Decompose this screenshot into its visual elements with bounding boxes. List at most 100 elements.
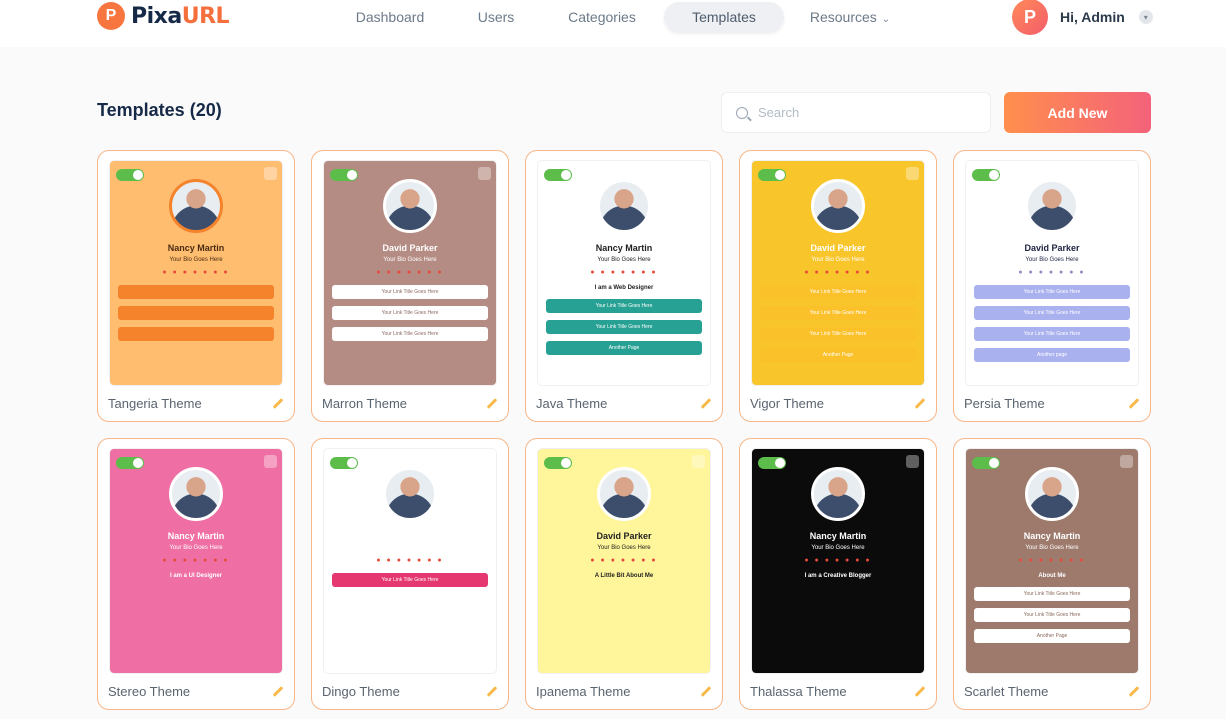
top-bar: P PixaURL Dashboard Users Categories Tem…	[0, 0, 1226, 47]
active-toggle[interactable]	[330, 457, 358, 469]
link-button[interactable]: Your Link Title Goes Here	[332, 285, 488, 299]
link-button[interactable]: Another page	[974, 348, 1130, 362]
template-preview[interactable]: Nancy Martin Your Bio Goes Here ● ● ● ● ● …	[538, 161, 710, 385]
profile-heading: About Me	[1038, 573, 1066, 579]
edit-icon[interactable]	[1126, 684, 1140, 698]
link-button[interactable]: Your Link Title Goes Here	[332, 306, 488, 320]
nav-categories[interactable]: Categories	[552, 2, 652, 32]
social-icons: ● ● ● ● ● ● ●	[1018, 269, 1086, 276]
link-button[interactable]: Your Link Title Goes Here	[974, 285, 1130, 299]
social-icons: ● ● ● ● ● ● ●	[590, 269, 658, 276]
link-button[interactable]: Your Link Title Goes Here	[546, 299, 702, 313]
profile-name: Nancy Martin	[595, 243, 653, 253]
template-preview[interactable]: David Parker Your Bio Goes Here ● ● ● ● ● …	[966, 161, 1138, 385]
profile-bio: Your Bio Goes Here	[169, 545, 223, 551]
link-button[interactable]: Your Link Title Goes Here	[974, 327, 1130, 341]
template-card[interactable]: Nancy Martin Your Bio Goes Here ● ● ● ● ● …	[311, 438, 509, 710]
template-preview[interactable]: Nancy Martin Your Bio Goes Here ● ● ● ● ● …	[752, 449, 924, 673]
active-toggle[interactable]	[972, 169, 1000, 181]
link-button[interactable]: Your Link Title Goes Here	[760, 306, 916, 320]
nav-templates[interactable]: Templates	[664, 2, 784, 32]
add-new-button[interactable]: Add New	[1004, 92, 1151, 133]
nav-dashboard[interactable]: Dashboard	[340, 2, 440, 32]
active-toggle[interactable]	[116, 457, 144, 469]
share-icon[interactable]	[906, 455, 919, 468]
edit-icon[interactable]	[270, 684, 284, 698]
link-button[interactable]: Your Link Title Goes Here	[332, 573, 488, 587]
active-toggle[interactable]	[758, 169, 786, 181]
share-icon[interactable]	[906, 167, 919, 180]
link-button[interactable]: Your Link Title Goes Here	[974, 306, 1130, 320]
active-toggle[interactable]	[116, 169, 144, 181]
template-card[interactable]: David Parker Your Bio Goes Here ● ● ● ● ● …	[739, 150, 937, 422]
search-box[interactable]	[721, 92, 991, 133]
link-button[interactable]: Your Link Title Goes Here	[332, 327, 488, 341]
edit-icon[interactable]	[698, 396, 712, 410]
template-preview[interactable]: David Parker Your Bio Goes Here ● ● ● ● ● …	[752, 161, 924, 385]
profile-photo	[811, 467, 865, 521]
template-card[interactable]: David Parker Your Bio Goes Here ● ● ● ● ● …	[311, 150, 509, 422]
active-toggle[interactable]	[758, 457, 786, 469]
share-icon[interactable]	[478, 167, 491, 180]
active-toggle[interactable]	[544, 457, 572, 469]
link-button[interactable]: Your Link Title Goes Here	[974, 608, 1130, 622]
link-button[interactable]: Your Link Title Goes Here	[546, 320, 702, 334]
template-card[interactable]: David Parker Your Bio Goes Here ● ● ● ● ● …	[525, 438, 723, 710]
template-name: Scarlet Theme	[964, 683, 1049, 699]
template-preview[interactable]: Nancy Martin Your Bio Goes Here ● ● ● ● ● …	[110, 161, 282, 385]
card-footer: Scarlet Theme	[964, 681, 1140, 701]
link-button[interactable]: Another Page	[546, 341, 702, 355]
template-preview[interactable]: David Parker Your Bio Goes Here ● ● ● ● ● …	[324, 161, 496, 385]
active-toggle[interactable]	[544, 169, 572, 181]
share-icon[interactable]	[1120, 167, 1133, 180]
template-card[interactable]: Nancy Martin Your Bio Goes Here ● ● ● ● ● …	[97, 150, 295, 422]
share-icon[interactable]	[478, 455, 491, 468]
template-card[interactable]: Nancy Martin Your Bio Goes Here ● ● ● ● ● …	[953, 438, 1151, 710]
template-name: Vigor Theme	[750, 395, 824, 411]
share-icon[interactable]	[264, 167, 277, 180]
social-icons: ● ● ● ● ● ● ●	[804, 557, 872, 564]
search-icon	[736, 106, 748, 119]
card-footer: Vigor Theme	[750, 393, 926, 413]
active-toggle[interactable]	[330, 169, 358, 181]
nav-users[interactable]: Users	[460, 2, 532, 32]
nav-resources[interactable]: Resources ⌄	[800, 2, 900, 32]
edit-icon[interactable]	[484, 396, 498, 410]
template-preview[interactable]: Nancy Martin Your Bio Goes Here ● ● ● ● ● …	[966, 449, 1138, 673]
template-preview[interactable]: Nancy Martin Your Bio Goes Here ● ● ● ● ● …	[110, 449, 282, 673]
template-preview[interactable]: David Parker Your Bio Goes Here ● ● ● ● ● …	[538, 449, 710, 673]
link-button[interactable]	[118, 306, 274, 320]
user-menu[interactable]: P Hi, Admin ▾	[1012, 0, 1153, 35]
template-card[interactable]: Nancy Martin Your Bio Goes Here ● ● ● ● ● …	[525, 150, 723, 422]
link-button[interactable]: Another Page	[760, 348, 916, 362]
edit-icon[interactable]	[484, 684, 498, 698]
active-toggle[interactable]	[972, 457, 1000, 469]
template-card[interactable]: Nancy Martin Your Bio Goes Here ● ● ● ● ● …	[97, 438, 295, 710]
profile-photo	[597, 179, 651, 233]
profile-name: Nancy Martin	[381, 531, 439, 541]
template-card[interactable]: David Parker Your Bio Goes Here ● ● ● ● ● …	[953, 150, 1151, 422]
share-icon[interactable]	[692, 167, 705, 180]
profile-photo	[1025, 179, 1079, 233]
edit-icon[interactable]	[912, 396, 926, 410]
edit-icon[interactable]	[1126, 396, 1140, 410]
profile-bio: Your Bio Goes Here	[1025, 257, 1079, 263]
share-icon[interactable]	[1120, 455, 1133, 468]
link-button[interactable]: Your Link Title Goes Here	[760, 285, 916, 299]
template-name: Tangeria Theme	[108, 395, 202, 411]
social-icons: ● ● ● ● ● ● ●	[804, 269, 872, 276]
share-icon[interactable]	[692, 455, 705, 468]
chevron-down-icon[interactable]: ▾	[1138, 10, 1153, 24]
link-button[interactable]: Another Page	[974, 629, 1130, 643]
link-button[interactable]	[118, 327, 274, 341]
edit-icon[interactable]	[698, 684, 712, 698]
template-card[interactable]: Nancy Martin Your Bio Goes Here ● ● ● ● ● …	[739, 438, 937, 710]
share-icon[interactable]	[264, 455, 277, 468]
link-button[interactable]: Your Link Title Goes Here	[974, 587, 1130, 601]
link-button[interactable]	[118, 285, 274, 299]
edit-icon[interactable]	[912, 684, 926, 698]
link-button[interactable]: Your Link Title Goes Here	[760, 327, 916, 341]
edit-icon[interactable]	[270, 396, 284, 410]
template-preview[interactable]: Nancy Martin Your Bio Goes Here ● ● ● ● ● …	[324, 449, 496, 673]
search-input[interactable]	[758, 105, 958, 120]
